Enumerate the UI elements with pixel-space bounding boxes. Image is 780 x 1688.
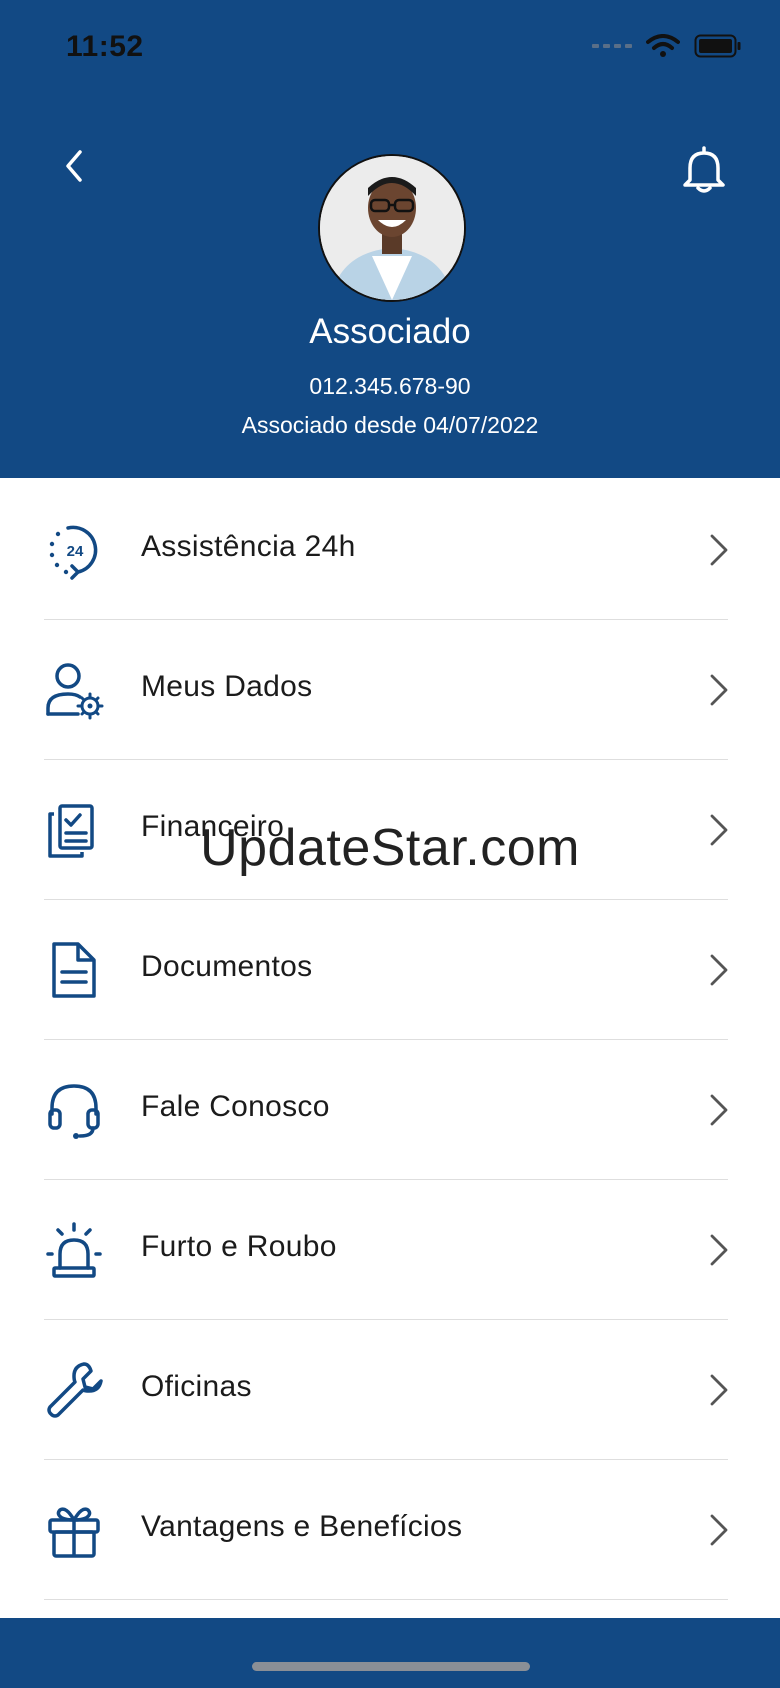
menu-item-documentos[interactable]: Documentos bbox=[0, 900, 780, 1040]
notification-bell-button[interactable] bbox=[680, 144, 728, 196]
menu-item-meus-dados[interactable]: Meus Dados bbox=[0, 620, 780, 760]
menu-item-assistencia-24h[interactable]: 24 Assistência 24h bbox=[0, 480, 780, 620]
menu-item-label: Furto e Roubo bbox=[141, 1230, 337, 1263]
menu-item-label: Oficinas bbox=[141, 1370, 252, 1403]
menu-item-vantagens-e-beneficios[interactable]: Vantagens e Benefícios bbox=[0, 1460, 780, 1600]
chevron-right-icon bbox=[710, 814, 728, 846]
document-icon bbox=[52, 942, 96, 998]
menu-item-label: Documentos bbox=[141, 950, 313, 983]
menu-item-furto-e-roubo[interactable]: Furto e Roubo bbox=[0, 1180, 780, 1320]
menu-item-label: Meus Dados bbox=[141, 670, 313, 703]
gift-icon bbox=[48, 1507, 100, 1558]
alarm-siren-icon bbox=[46, 1222, 102, 1278]
avatar[interactable] bbox=[318, 154, 466, 302]
member-since: Associado desde 04/07/2022 bbox=[241, 412, 539, 438]
financial-clipboard-icon bbox=[48, 804, 94, 858]
menu-item-oficinas[interactable]: Oficinas bbox=[0, 1320, 780, 1460]
chevron-right-icon bbox=[710, 954, 728, 986]
chevron-right-icon bbox=[710, 1514, 728, 1546]
chevron-right-icon bbox=[710, 674, 728, 706]
signal-icon bbox=[592, 44, 632, 48]
menu-item-fale-conosco[interactable]: Fale Conosco bbox=[0, 1040, 780, 1180]
chevron-right-icon bbox=[710, 1234, 728, 1266]
profile-cpf: 012.345.678-90 bbox=[309, 373, 471, 399]
menu-item-label: Fale Conosco bbox=[141, 1090, 330, 1123]
back-button[interactable] bbox=[56, 146, 92, 186]
wrench-icon bbox=[47, 1362, 103, 1418]
chevron-right-icon bbox=[710, 1094, 728, 1126]
menu-item-label: Financeiro bbox=[141, 810, 285, 843]
assistance-24h-icon: 24 bbox=[49, 525, 98, 580]
chevron-right-icon bbox=[710, 534, 728, 566]
user-settings-icon bbox=[46, 663, 104, 720]
svg-text:24: 24 bbox=[67, 543, 84, 560]
headset-icon bbox=[48, 1084, 100, 1139]
avatar-photo bbox=[320, 156, 464, 300]
profile-name: Associado bbox=[309, 312, 471, 351]
battery-icon bbox=[694, 34, 741, 58]
profile-header: 11:52 Associado 012.345.678-90 Associado… bbox=[0, 0, 780, 478]
bottom-bar bbox=[0, 1618, 780, 1688]
menu-list: 24 Assistência 24h Meus Dados Financeiro… bbox=[0, 480, 780, 1600]
status-icons bbox=[592, 34, 742, 58]
menu-item-financeiro[interactable]: Financeiro bbox=[0, 760, 780, 900]
status-time: 11:52 bbox=[66, 30, 144, 63]
home-indicator[interactable] bbox=[252, 1662, 530, 1671]
menu-item-label: Vantagens e Benefícios bbox=[141, 1510, 463, 1543]
chevron-right-icon bbox=[710, 1374, 728, 1406]
wifi-icon bbox=[646, 34, 680, 57]
divider bbox=[44, 1599, 728, 1600]
menu-item-label: Assistência 24h bbox=[141, 530, 356, 563]
